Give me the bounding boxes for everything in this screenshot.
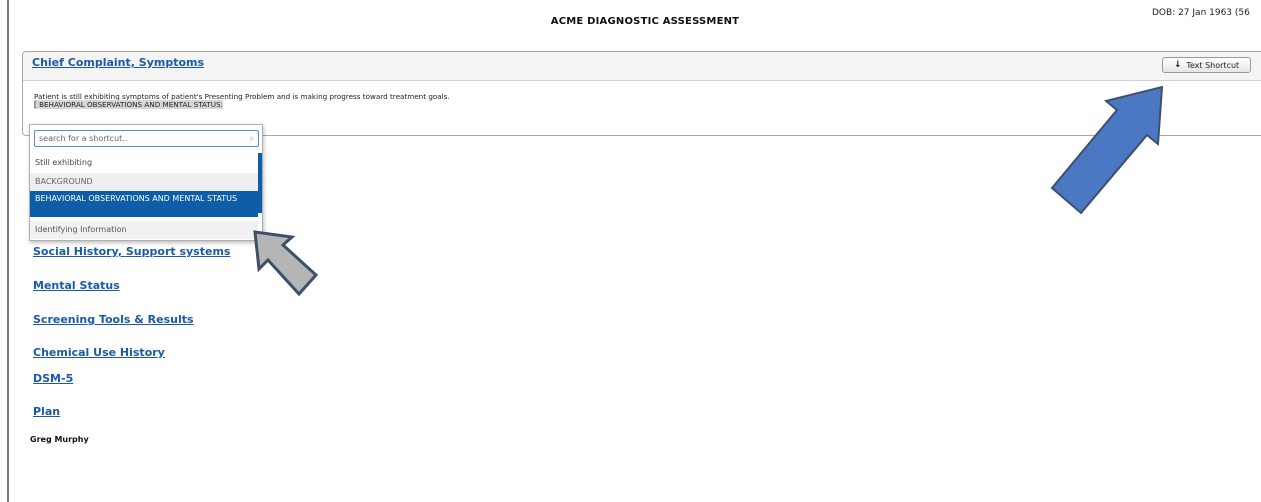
- shortcut-option-behavioral-observations[interactable]: BEHAVIORAL OBSERVATIONS AND MENTAL STATU…: [30, 191, 258, 217]
- note-line-2: [ BEHAVIORAL OBSERVATIONS AND MENTAL STA…: [34, 100, 224, 109]
- shortcut-option-identifying-information[interactable]: Identifying Information: [30, 221, 258, 239]
- clinician-signature: Greg Murphy: [30, 435, 89, 444]
- mental-status-link[interactable]: Mental Status: [33, 279, 120, 292]
- left-border: [7, 0, 9, 502]
- shortcut-option-background[interactable]: BACKGROUND: [30, 173, 258, 191]
- page-title: ACME DIAGNOSTIC ASSESSMENT: [550, 16, 740, 27]
- screening-tools-link[interactable]: Screening Tools & Results: [33, 313, 194, 326]
- shortcut-dropdown: ⌕ Still exhibiting BACKGROUND BEHAVIORAL…: [29, 124, 263, 241]
- shortcut-icon: ↓: [1173, 59, 1182, 70]
- text-shortcut-label: Text Shortcut: [1186, 60, 1240, 70]
- plan-link[interactable]: Plan: [33, 405, 60, 418]
- chemical-use-history-link[interactable]: Chemical Use History: [33, 346, 165, 359]
- gray-arrow-icon: [253, 230, 319, 297]
- patient-dob: DOB: 27 Jan 1963 (56: [1152, 8, 1250, 18]
- shortcut-search[interactable]: ⌕: [34, 130, 259, 147]
- search-icon: ⌕: [249, 134, 254, 143]
- dsm-5-link[interactable]: DSM-5: [33, 372, 73, 385]
- shortcut-search-input[interactable]: [37, 131, 246, 146]
- note-text-area[interactable]: Patient is still exhibiting symptoms of …: [34, 93, 450, 109]
- chief-complaint-link[interactable]: Chief Complaint, Symptoms: [32, 56, 204, 69]
- shortcut-option-still-exhibiting[interactable]: Still exhibiting: [30, 153, 258, 173]
- blue-arrow-icon: [1050, 85, 1164, 215]
- dropdown-scrollbar[interactable]: [258, 153, 262, 213]
- social-history-link[interactable]: Social History, Support systems: [33, 245, 230, 258]
